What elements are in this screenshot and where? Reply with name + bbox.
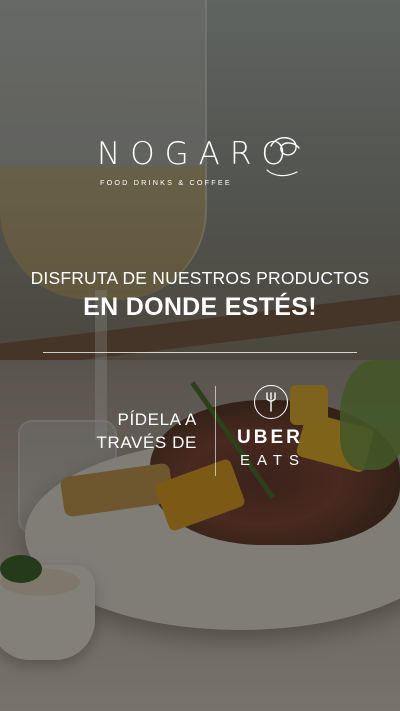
uber-eats-logo-eats[interactable]: EATS [240,452,306,469]
vertical-divider [215,386,216,476]
headline-line-1: DISFRUTA DE NUESTROS PRODUCTOS [30,268,370,288]
promo-content: NOGARO FOOD DRINKS & COFFEE DISFRUTA DE … [0,0,400,711]
divider [43,352,357,353]
brand-logo: NOGARO FOOD DRINKS & COFFEE [97,132,307,192]
order-text-line-2: TRAVÉS DE [96,433,197,452]
logo-tagline: FOOD DRINKS & COFFEE [100,178,232,187]
uber-eats-logo-uber[interactable]: UBER [237,427,303,449]
order-text-line-1: PÍDELA A [117,410,197,429]
fork-icon [254,385,288,419]
logo-swirl-icon [266,137,300,177]
headline-line-2: EN DONDE ESTÉS! [83,293,317,321]
